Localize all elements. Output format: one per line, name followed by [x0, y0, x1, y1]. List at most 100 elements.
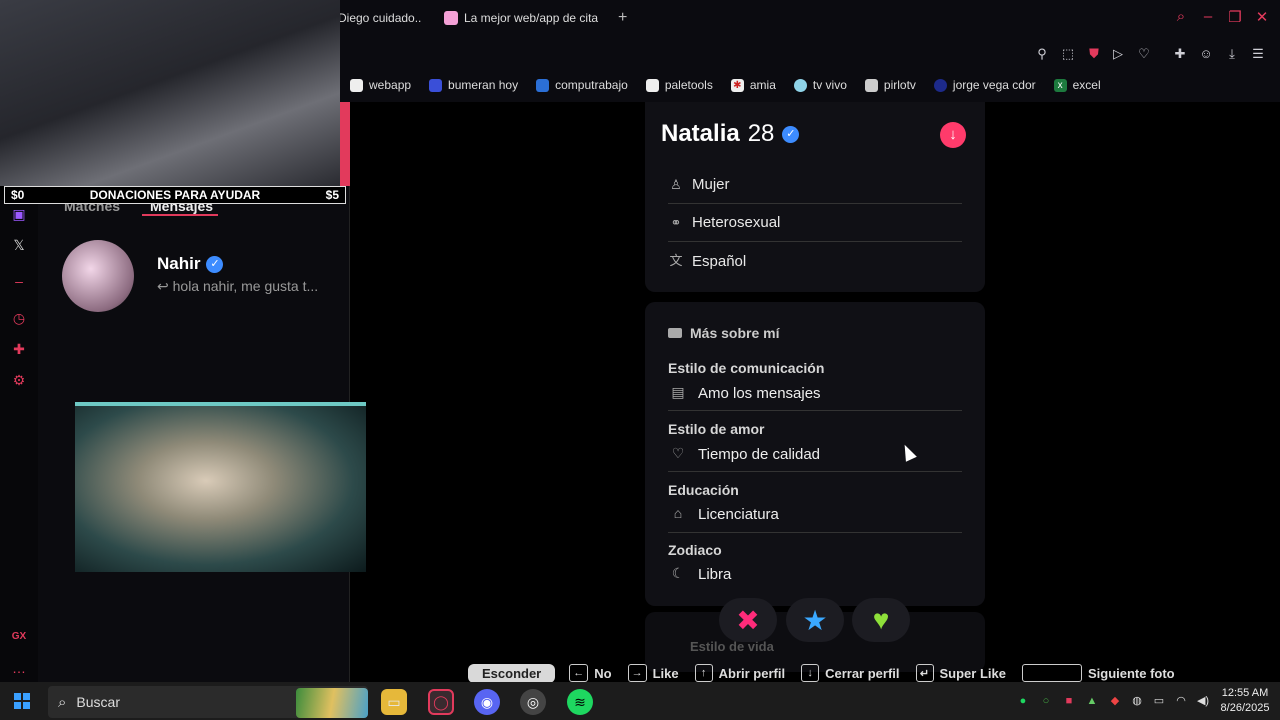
up-arrow-key-icon: ↑	[694, 664, 713, 682]
profile-gender: ♙ Mujer	[668, 166, 962, 204]
bumeran-icon	[429, 78, 443, 92]
space-key-icon	[1021, 664, 1082, 682]
collapse-profile-button[interactable]: ↓	[940, 122, 966, 148]
x-icon[interactable]: 𝕏	[10, 236, 28, 254]
tray-app-icon[interactable]: ■	[1062, 694, 1076, 708]
profile-name: Natalia	[661, 120, 740, 147]
spotify-icon[interactable]: ≋	[567, 689, 593, 715]
network-icon[interactable]: ▭	[1152, 694, 1166, 708]
search-icon[interactable]: ⌕	[1170, 8, 1192, 25]
minimize-icon[interactable]: –	[1197, 8, 1219, 25]
bookmark-jorge-vega[interactable]: jorge vega cdor	[933, 78, 1036, 92]
amia-icon: ✱	[730, 78, 744, 92]
detail-label: Estilo de amor	[668, 421, 765, 437]
extensions-icon[interactable]: ✚	[10, 340, 28, 358]
avatar[interactable]	[62, 240, 134, 312]
conversation-preview[interactable]: ↩ hola nahir, me gusta t...	[157, 278, 318, 295]
close-x-icon: ✖	[736, 604, 760, 636]
profile-orientation: ⚭ Heterosexual	[668, 204, 962, 242]
close-icon[interactable]: ✕	[1251, 8, 1273, 26]
detail-value: ♡ Tiempo de calidad	[668, 437, 962, 471]
donation-bar: $0 DONACIONES PARA AYUDAR $5	[4, 186, 346, 204]
heart-chat-icon: ♡	[671, 445, 685, 461]
bookmark-tv-vivo[interactable]: tv vivo	[793, 78, 847, 92]
twitch-icon[interactable]: ▣	[10, 205, 28, 223]
wifi-icon[interactable]: ◠	[1174, 694, 1188, 708]
extensions-icon[interactable]: ✚	[1172, 46, 1188, 62]
file-explorer-icon[interactable]: ▭	[381, 689, 407, 715]
hide-hints-button[interactable]: Esconder	[468, 663, 556, 683]
tab-diego[interactable]: Diego cuidado..	[338, 8, 428, 28]
person-icon: ♙	[670, 176, 682, 192]
detail-value: ☾ Libra	[668, 557, 962, 591]
pin-icon[interactable]: ⚲	[1034, 46, 1050, 62]
bookmark-amia[interactable]: ✱ amia	[730, 78, 776, 92]
crop-icon[interactable]: ⬚	[1060, 46, 1076, 62]
windows-start-icon[interactable]	[14, 693, 30, 709]
tab-dating-app[interactable]: La mejor web/app de cita	[444, 8, 608, 28]
search-highlight-image	[296, 688, 368, 718]
heart-icon: ♥	[872, 604, 890, 635]
conversation-name: Nahir	[157, 254, 201, 273]
play-icon[interactable]: ▷	[1110, 46, 1126, 62]
more-icon[interactable]: …	[10, 659, 28, 677]
maximize-icon[interactable]: ❐	[1224, 8, 1246, 26]
keyboard-hints-bar: Esconder ← No → Like ↑ Abrir perfil ↓ Cerrar…	[468, 662, 1175, 684]
gx-icon[interactable]: GX	[10, 628, 28, 646]
opera-gx-icon[interactable]: ◯	[428, 689, 454, 715]
tag-icon	[668, 328, 682, 338]
bookmark-excel[interactable]: x excel	[1053, 78, 1101, 92]
menu-icon[interactable]: ☰	[1250, 46, 1266, 62]
detail-label: Estilo de comunicación	[668, 360, 825, 376]
obs-icon[interactable]: ◎	[520, 689, 546, 715]
webcam-overlay-secondary	[75, 402, 366, 572]
new-tab-button[interactable]: +	[618, 8, 627, 28]
chat-icon: ▤	[671, 384, 685, 400]
section-title: Más sobre mí	[668, 325, 779, 341]
orientation-icon: ⚭	[670, 214, 682, 230]
verified-badge-icon: ✓	[206, 255, 224, 273]
bookmark-bumeran[interactable]: bumeran hoy	[429, 78, 518, 92]
tab-label: Diego cuidado..	[338, 11, 422, 25]
page-icon	[350, 78, 363, 92]
conversation-item[interactable]: Nahir ✓	[157, 254, 224, 274]
divider-icon: –	[15, 273, 23, 289]
tab-favicon-icon	[444, 11, 458, 25]
shield-icon[interactable]: ⛊	[1086, 46, 1102, 62]
like-button[interactable]: ♥	[852, 598, 910, 642]
search-icon: ⌕	[58, 693, 67, 711]
steam-icon[interactable]: ◍	[1130, 694, 1144, 708]
nvidia-icon[interactable]: ▲	[1085, 694, 1099, 708]
dislike-button[interactable]: ✖	[719, 598, 777, 642]
tray-app-icon[interactable]: ○	[1039, 694, 1053, 708]
profile-header: Natalia 28 ✓	[661, 120, 800, 148]
moon-icon: ☾	[671, 565, 685, 581]
settings-gear-icon[interactable]: ⚙	[10, 371, 28, 389]
tray-app-icon[interactable]: ◆	[1108, 694, 1122, 708]
bookmark-paletools[interactable]: paletools	[645, 78, 713, 92]
divider	[668, 532, 962, 533]
divider	[668, 410, 962, 411]
section-title-faded: Estilo de vida	[690, 639, 774, 654]
download-icon[interactable]: ⤓	[1224, 46, 1240, 62]
down-arrow-key-icon: ↓	[801, 664, 820, 682]
detail-label: Educación	[668, 482, 739, 498]
profile-age: 28	[747, 120, 775, 147]
divider	[668, 471, 962, 472]
left-arrow-key-icon: ←	[569, 664, 589, 682]
verified-badge-icon: ✓	[782, 125, 800, 143]
volume-icon[interactable]: ◀)	[1196, 694, 1210, 708]
super-like-button[interactable]: ★	[786, 598, 844, 642]
spotify-tray-icon[interactable]: ●	[1016, 694, 1030, 708]
bookmark-webapp[interactable]: webapp	[350, 78, 411, 92]
bookmark-pirlotv[interactable]: pirlotv	[864, 78, 916, 92]
history-icon[interactable]: ◷	[10, 309, 28, 327]
tab-label: La mejor web/app de cita	[464, 11, 599, 25]
discord-icon[interactable]: ◉	[474, 689, 500, 715]
profile-icon[interactable]: ☺	[1198, 46, 1214, 62]
jorge-vega-icon	[933, 78, 947, 92]
bookmark-computrabajo[interactable]: computrabajo	[536, 78, 628, 92]
tab-active-indicator	[142, 214, 218, 216]
clock[interactable]: 12:55 AM 8/26/2025	[1218, 686, 1272, 716]
heart-icon[interactable]: ♡	[1136, 46, 1152, 62]
